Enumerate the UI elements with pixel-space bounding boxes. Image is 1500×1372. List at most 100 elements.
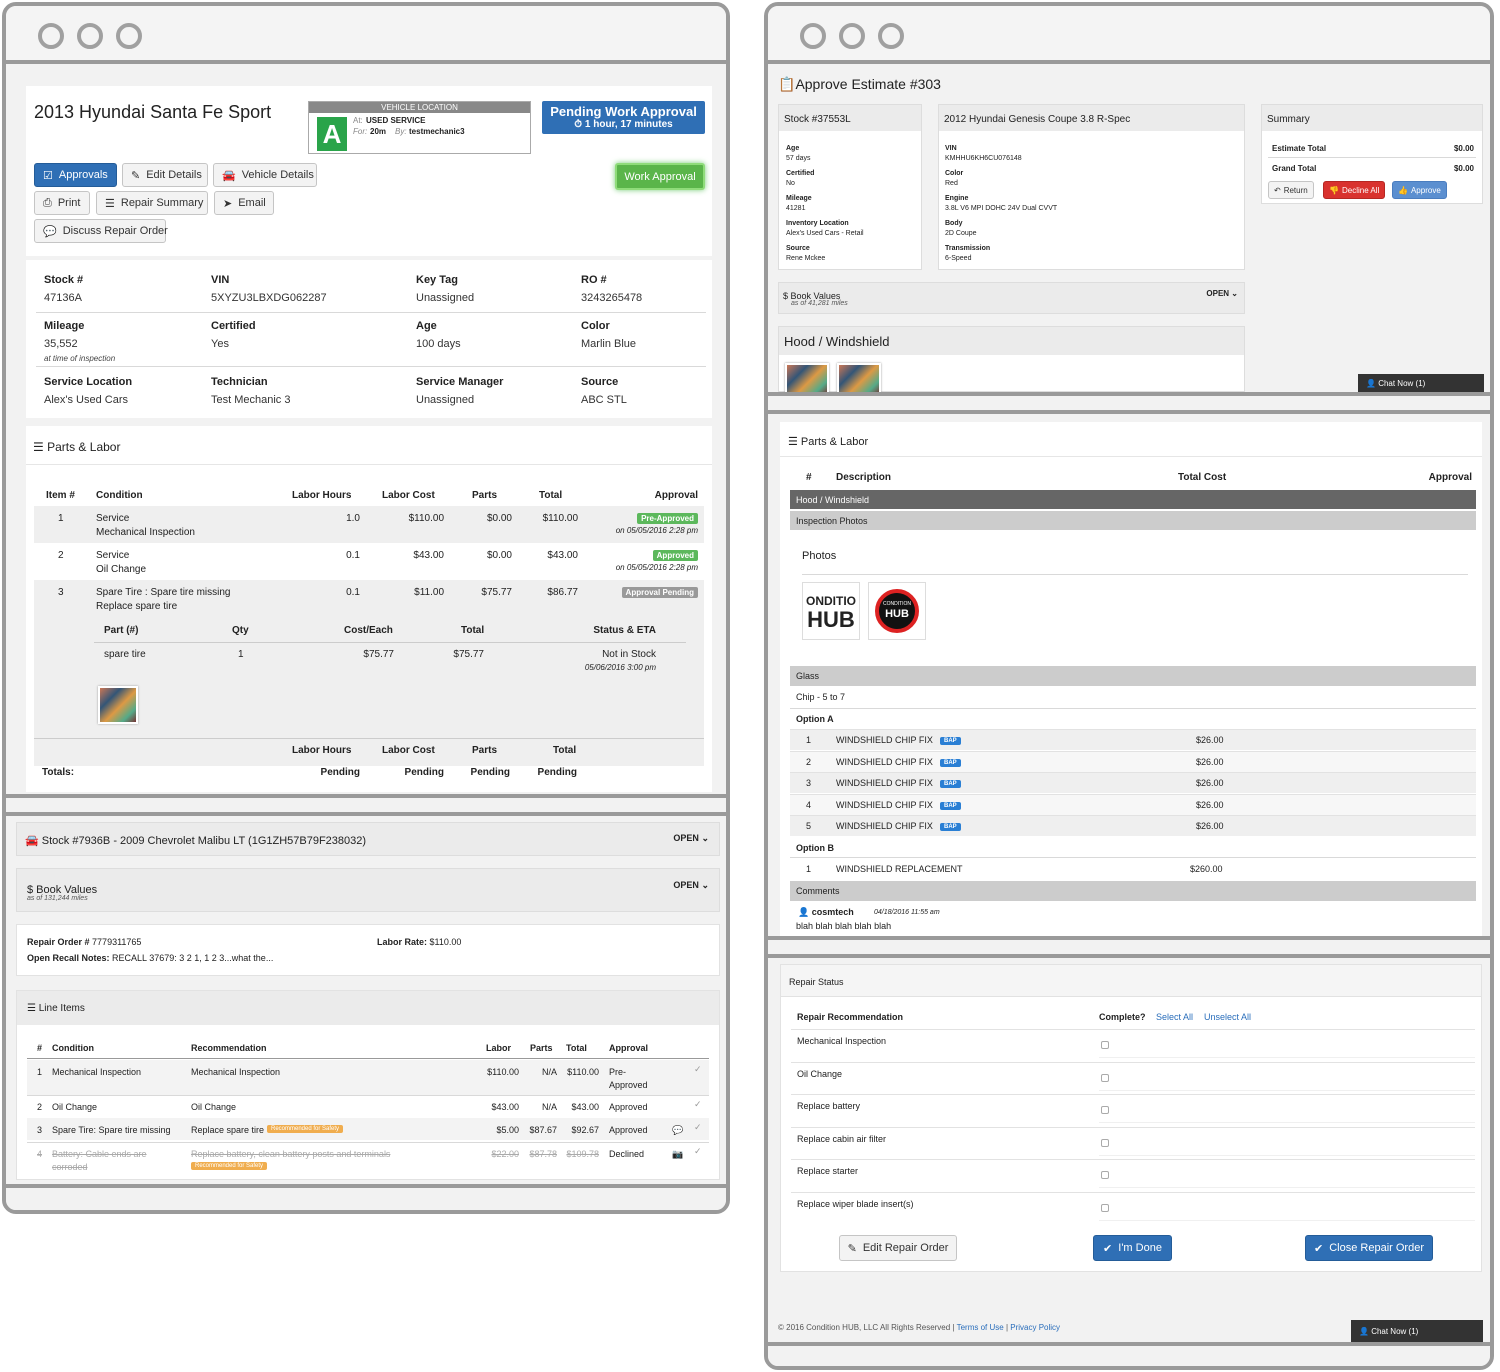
approve-estimate-title: 📋Approve Estimate #303 [778,76,941,92]
approve-button[interactable]: 👍 Approve [1392,181,1447,199]
totals-header: Total [553,745,577,756]
by-label: By: [395,127,407,136]
vehicle-field-label: Engine [945,195,969,202]
hood-windshield-card: Hood / Windshield [778,326,1245,397]
vehicle-header-card: 2013 Hyundai Santa Fe Sport VEHICLE LOCA… [26,86,712,256]
edit-details-button[interactable]: ✎ Edit Details [122,163,208,187]
copyright-text: © 2016 Condition HUB, LLC All Rights Res… [778,1323,955,1332]
line-item-number: 4 [37,1149,43,1159]
send-icon: ➤ [223,197,233,210]
repair-summary-button[interactable]: ☰ Repair Summary [96,191,208,215]
close-repair-order-button[interactable]: ✔ Close Repair Order [1305,1235,1433,1261]
window-bottom-bar [768,1342,1490,1366]
info-label: RO # [581,274,607,286]
parts-column-header: Labor Hours [292,490,352,501]
approval-date: on 05/05/2016 2:28 pm [615,526,698,535]
part-column-header: Total [461,625,485,636]
discuss-repair-order-button[interactable]: 💬 Discuss Repair Order [34,219,168,243]
totals-header: Labor Cost [382,745,435,756]
approvals-button[interactable]: ☑ Approvals [34,163,117,187]
work-approval-button[interactable]: Work Approval [615,163,705,190]
privacy-link[interactable]: Privacy Policy [1010,1323,1060,1332]
select-all-link[interactable]: Select All [1156,1012,1193,1022]
user-icon: 👤 [798,907,812,917]
stock-field-label: Certified [786,170,815,177]
comment-icon[interactable]: 💬 [672,1125,683,1136]
info-label: Age [416,320,437,332]
divider [36,312,706,313]
vehicle-card: 2012 Hyundai Genesis Coupe 3.8 R-Spec VI… [938,104,1245,270]
part-photo-thumbnail[interactable] [98,686,138,724]
open-toggle[interactable]: OPEN ⌄ [673,833,709,844]
list-icon: ☰ [105,197,115,210]
line-item-total: $92.67 [571,1125,599,1135]
checkmark-icon: ✔ [1103,1242,1113,1255]
bap-badge: BAP [940,780,961,788]
user-icon: 👤 [1366,379,1379,388]
open-toggle[interactable]: OPEN ⌄ [1206,289,1238,298]
chevron-down-icon: ⌄ [701,833,709,843]
divider [791,1061,1475,1063]
return-button[interactable]: ↶ Return [1268,181,1314,199]
footer: © 2016 Condition HUB, LLC All Rights Res… [778,1323,1060,1332]
condition-hub-badge-logo[interactable]: CONDITION HUB [868,582,926,640]
window-close-dot[interactable] [800,23,826,49]
reply-icon: ↶ [1274,185,1281,195]
pencil-icon: ✎ [847,1242,857,1255]
open-toggle[interactable]: OPEN ⌄ [673,880,709,891]
user-icon: 👤 [1359,1327,1372,1336]
line-item-condition: Spare Tire: Spare tire missing [52,1125,171,1135]
row-labor-hours: 0.1 [346,550,360,561]
line-item-total: $43.00 [571,1102,599,1112]
row-condition: Spare Tire : Spare tire missing [96,587,231,598]
grand-total-label: Grand Total [1272,164,1317,173]
window-minimize-dot[interactable] [839,23,865,49]
info-label: Source [581,376,619,388]
part-status: Not in Stock [602,649,656,660]
vehicle-details-button[interactable]: 🚘 Vehicle Details [213,163,317,187]
email-button[interactable]: ➤ Email [214,191,274,215]
line-item-approval: Approved [609,1102,648,1112]
comment-text: blah blah blah blah blah [796,921,892,931]
stock-title: 🚘 Stock #7936B - 2009 Chevrolet Malibu L… [25,835,367,847]
for-label: For: [353,127,368,136]
window-section-separator [6,794,726,816]
vehicle-field-value: 2D Coupe [945,230,977,237]
condition-hub-logo[interactable]: ONDITIO HUB [802,582,860,640]
im-done-button[interactable]: ✔ I'm Done [1093,1235,1172,1261]
window-maximize-dot[interactable] [878,23,904,49]
part-eta: 05/06/2016 3:00 pm [584,663,656,672]
camera-icon[interactable]: 📷 [672,1149,683,1160]
print-button[interactable]: ⎙ Print [34,191,90,215]
terms-link[interactable]: Terms of Use [957,1323,1004,1332]
window-minimize-dot[interactable] [77,23,103,49]
line-item-header: # [37,1043,43,1053]
row-condition-detail: Mechanical Inspection [96,527,195,538]
unselect-all-link[interactable]: Unselect All [1204,1012,1251,1022]
line-item-number: 2 [37,1102,43,1112]
window-close-dot[interactable] [38,23,64,49]
line-item-total: $110.00 [567,1067,599,1077]
divider [1268,157,1476,158]
complete-checkbox[interactable] [1101,1041,1109,1049]
divider [791,1094,1475,1095]
part-column-header: Cost/Each [344,625,393,636]
option-description: WINDSHIELD CHIP FIX [836,821,933,831]
complete-checkbox[interactable] [1101,1106,1109,1114]
chat-now-button[interactable]: 👤 Chat Now (1) [1358,374,1484,392]
decline-all-button[interactable]: 👎 Decline All [1323,181,1386,199]
divider [791,1029,1475,1030]
complete-checkbox[interactable] [1101,1203,1109,1212]
complete-checkbox[interactable] [1101,1171,1109,1179]
complete-checkbox[interactable] [1101,1073,1109,1082]
vehicle-field-value: KMHHU6KH6CU076148 [945,155,1022,162]
chat-now-button[interactable]: 👤 Chat Now (1) [1351,1320,1483,1342]
recommended-for-safety-badge: Recommended for Safety [267,1125,344,1133]
complete-checkbox[interactable] [1101,1138,1109,1147]
logo-text: HUB [885,608,909,620]
line-item-parts: $87.67 [529,1125,557,1135]
work-approval-label: Work Approval [624,170,696,183]
book-values-miles: as of 131,244 miles [27,895,88,902]
window-maximize-dot[interactable] [116,23,142,49]
edit-repair-order-button[interactable]: ✎ Edit Repair Order [839,1235,957,1261]
